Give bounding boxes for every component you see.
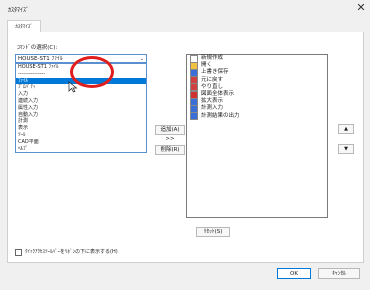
close-icon[interactable]: ✕ bbox=[354, 1, 368, 15]
quick-access-item-label: 計測入力 bbox=[201, 105, 224, 112]
dropdown-option[interactable]: ﾍﾙﾌﾟ bbox=[16, 146, 146, 152]
add-button[interactable]: 追加(A) >> bbox=[155, 125, 185, 142]
quick-access-item[interactable]: やり直し bbox=[187, 83, 327, 92]
command-select-label: ｺﾏﾝﾄﾞの選択(C): bbox=[17, 45, 58, 51]
quick-access-item-label: 上書き保存 bbox=[201, 69, 229, 76]
mouse-pointer-icon bbox=[68, 81, 78, 93]
measure-output-icon bbox=[190, 112, 198, 121]
quick-access-item-label: 計測結果の出力 bbox=[201, 112, 240, 119]
quick-access-item[interactable]: 上書き保存 bbox=[187, 68, 327, 77]
quick-access-item-label: やり直し bbox=[201, 83, 224, 90]
reset-button[interactable]: ﾘｾｯﾄ(S) bbox=[196, 227, 230, 237]
show-below-ribbon-checkbox[interactable] bbox=[15, 249, 22, 256]
quick-access-item[interactable]: 計測結果の出力 bbox=[187, 112, 327, 121]
ok-button[interactable]: OK bbox=[277, 268, 311, 279]
command-select-value: HOUSE-ST1 ﾌｧｲﾙ bbox=[18, 56, 63, 62]
dropdown-option[interactable]: 自動入力 bbox=[16, 112, 146, 119]
quick-access-item-label: 元に戻す bbox=[201, 76, 224, 83]
dropdown-option[interactable]: 計測 bbox=[16, 118, 146, 125]
dropdown-option[interactable]: 表示 bbox=[16, 125, 146, 132]
cancel-button[interactable]: ｷｬﾝｾﾙ bbox=[318, 268, 360, 279]
show-below-ribbon-label: ｸｲｯｸｱｸｾｽﾂｰﾙﾊﾞｰをﾘﾎﾞﾝの下に表示する(H) bbox=[25, 249, 118, 255]
dropdown-option[interactable]: ﾂｰﾙ bbox=[16, 132, 146, 139]
move-down-button[interactable]: ▼ bbox=[338, 144, 354, 154]
remove-button[interactable]: 削除(R) bbox=[155, 145, 185, 155]
window-title: ｶｽﾀﾏｲｽﾞ bbox=[8, 7, 30, 14]
dropdown-option[interactable]: 属性入力 bbox=[16, 105, 146, 112]
quick-access-item[interactable]: 計測入力 bbox=[187, 104, 327, 113]
dropdown-option[interactable]: CAD平面 bbox=[16, 139, 146, 146]
quick-access-list[interactable]: 新規作成 開く 上書き保存 元に戻す やり直し 図面全体表示 拡大表示 計測入力 計測結果の出力 bbox=[186, 54, 328, 218]
move-up-button[interactable]: ▲ bbox=[338, 124, 354, 134]
dropdown-option[interactable]: 連続入力 bbox=[16, 98, 146, 105]
dropdown-option[interactable]: 入力 bbox=[16, 91, 146, 98]
quick-access-item[interactable]: 元に戻す bbox=[187, 76, 327, 85]
